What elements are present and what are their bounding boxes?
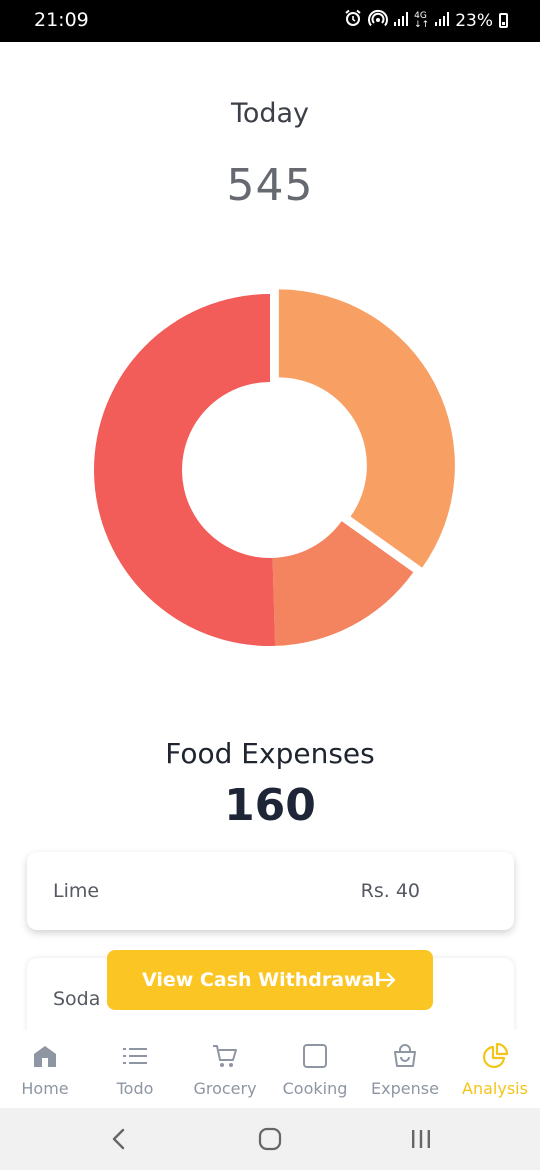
item-name: Lime: [53, 880, 100, 902]
bottom-nav: Home Todo Grocery Cooking Expense Analys…: [0, 1030, 540, 1108]
list-item[interactable]: Lime Rs. 40: [27, 852, 514, 930]
status-time: 21:09: [34, 9, 89, 31]
item-name: Soda: [53, 988, 101, 1010]
signal-icon: [435, 11, 450, 30]
nav-item-cooking[interactable]: Cooking: [270, 1030, 360, 1108]
pie-chart-icon: [480, 1041, 510, 1071]
system-nav-bar: [0, 1108, 540, 1170]
status-icons: 4G ↓↑ 23%: [344, 9, 508, 32]
nav-label: Expense: [371, 1079, 439, 1098]
network-activity-label: ↓↑: [414, 19, 430, 30]
donut-slice-2[interactable]: [94, 294, 276, 646]
cta-label: View Cash Withdrawal: [142, 969, 381, 991]
home-icon: [30, 1041, 60, 1071]
alarm-icon: [344, 9, 362, 32]
nav-item-analysis[interactable]: Analysis: [450, 1030, 540, 1108]
recents-icon[interactable]: [406, 1124, 436, 1154]
nav-label: Todo: [116, 1079, 154, 1098]
category-value: 160: [224, 780, 316, 831]
signal-icon: [394, 11, 409, 30]
arrow-right-icon: [376, 964, 398, 997]
summary-value: 545: [226, 160, 314, 211]
square-icon: [300, 1041, 330, 1071]
view-cash-withdrawal-button[interactable]: View Cash Withdrawal: [107, 950, 433, 1010]
donut-slice-0[interactable]: [278, 289, 455, 568]
battery-icon: [499, 13, 508, 28]
status-bar: 21:09 4G ↓↑ 23%: [0, 0, 540, 42]
nav-item-home[interactable]: Home: [0, 1030, 90, 1108]
network-type: 4G ↓↑: [414, 11, 430, 30]
hotspot-icon: [368, 9, 389, 32]
back-icon[interactable]: [104, 1124, 134, 1154]
nav-item-expense[interactable]: Expense: [360, 1030, 450, 1108]
nav-label: Analysis: [462, 1079, 528, 1098]
nav-label: Cooking: [282, 1079, 348, 1098]
category-label: Food Expenses: [165, 737, 375, 770]
battery-percent: 23%: [455, 10, 493, 31]
home-circle-icon[interactable]: [255, 1124, 285, 1154]
nav-label: Home: [21, 1079, 69, 1098]
list-icon: [120, 1041, 150, 1071]
summary-label: Today: [230, 98, 310, 129]
donut-chart[interactable]: [80, 280, 460, 660]
cart-icon: [210, 1041, 240, 1071]
nav-item-todo[interactable]: Todo: [90, 1030, 180, 1108]
bag-icon: [390, 1041, 420, 1071]
item-amount: Rs. 40: [360, 880, 420, 902]
nav-item-grocery[interactable]: Grocery: [180, 1030, 270, 1108]
nav-label: Grocery: [193, 1079, 257, 1098]
